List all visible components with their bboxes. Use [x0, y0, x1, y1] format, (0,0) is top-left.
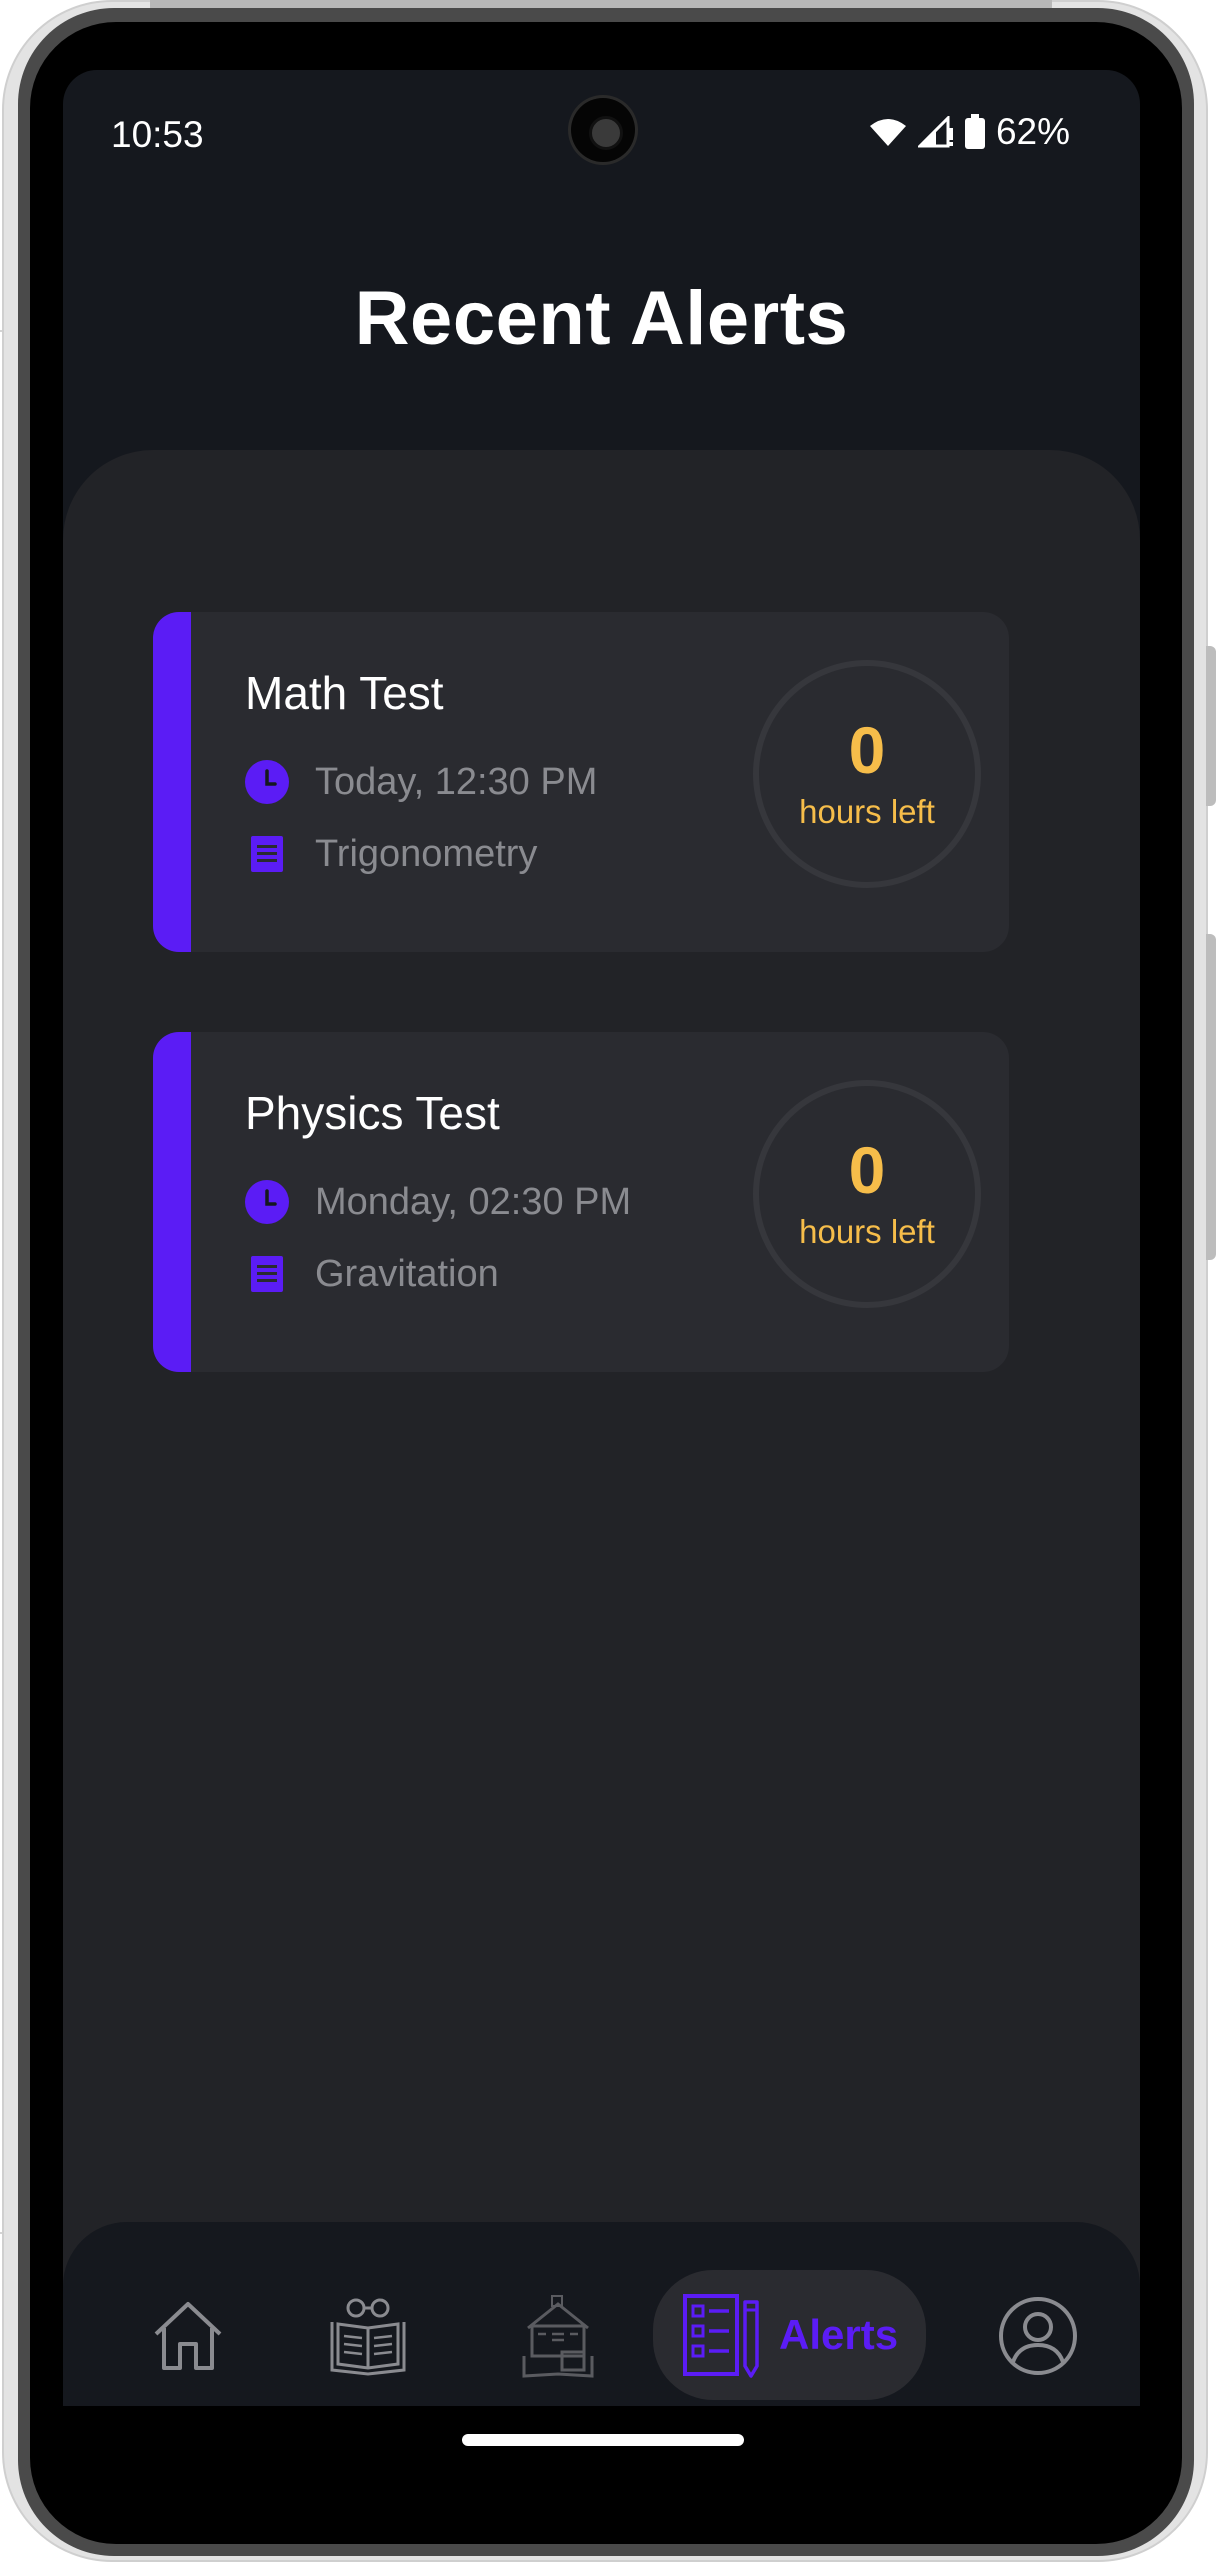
cellular-signal-icon [917, 116, 953, 148]
page-title: Recent Alerts [354, 276, 849, 361]
reading-book-icon [330, 2298, 406, 2376]
wifi-icon [869, 119, 906, 146]
alert-datetime-row: Monday, 02:30 PM [245, 1180, 631, 1224]
countdown-value: 0 [848, 1133, 886, 1207]
nav-school[interactable] [503, 2280, 613, 2392]
device-power-button [1206, 934, 1216, 1260]
alert-card-math[interactable]: Math Test Today, 12:30 PM Trigonometry 0… [153, 612, 1009, 952]
document-icon [251, 1256, 283, 1292]
alert-title: Physics Test [245, 1087, 500, 1139]
nav-alerts[interactable]: Alerts [653, 2270, 927, 2400]
alerts-panel: Math Test Today, 12:30 PM Trigonometry 0… [63, 450, 1140, 2350]
school-building-icon [522, 2295, 594, 2378]
clock-icon [245, 760, 289, 804]
countdown-label: hours left [799, 1213, 935, 1250]
battery-icon [964, 114, 985, 149]
status-bar: 10:53 62% [63, 70, 1140, 200]
alert-title: Math Test [245, 667, 444, 719]
alert-topic-row: Gravitation [245, 1252, 499, 1296]
nav-profile[interactable] [983, 2280, 1093, 2392]
home-icon [154, 2302, 222, 2370]
battery-percent: 62% [995, 111, 1070, 152]
alert-card-physics[interactable]: Physics Test Monday, 02:30 PM Gravitatio… [153, 1032, 1009, 1372]
alert-topic-row: Trigonometry [245, 832, 537, 876]
status-time: 10:53 [111, 114, 204, 155]
alert-datetime-row: Today, 12:30 PM [245, 760, 597, 804]
countdown-ring: 0 hours left [753, 660, 981, 888]
alert-topic: Trigonometry [315, 832, 538, 875]
front-camera [571, 98, 635, 162]
app-screen: 10:53 62% Recent Alerts Math Test Today,… [63, 70, 1140, 2470]
countdown-value: 0 [848, 713, 886, 787]
nav-reading[interactable] [313, 2280, 423, 2392]
user-profile-icon [999, 2297, 1077, 2375]
alert-topic: Gravitation [315, 1252, 499, 1295]
checklist-pencil-icon [683, 2294, 759, 2378]
alert-datetime: Monday, 02:30 PM [315, 1180, 632, 1223]
device-volume-button [1206, 646, 1216, 806]
nav-alerts-label: Alerts [779, 2311, 899, 2358]
alert-datetime: Today, 12:30 PM [315, 760, 598, 803]
countdown-ring: 0 hours left [753, 1080, 981, 1308]
clock-icon [245, 1180, 289, 1224]
home-indicator[interactable] [462, 2434, 744, 2446]
status-icons: 62% [868, 110, 1070, 154]
document-icon [251, 836, 283, 872]
nav-home[interactable] [133, 2280, 243, 2392]
card-accent-bar [153, 612, 191, 952]
card-accent-bar [153, 1032, 191, 1372]
countdown-label: hours left [799, 793, 935, 830]
